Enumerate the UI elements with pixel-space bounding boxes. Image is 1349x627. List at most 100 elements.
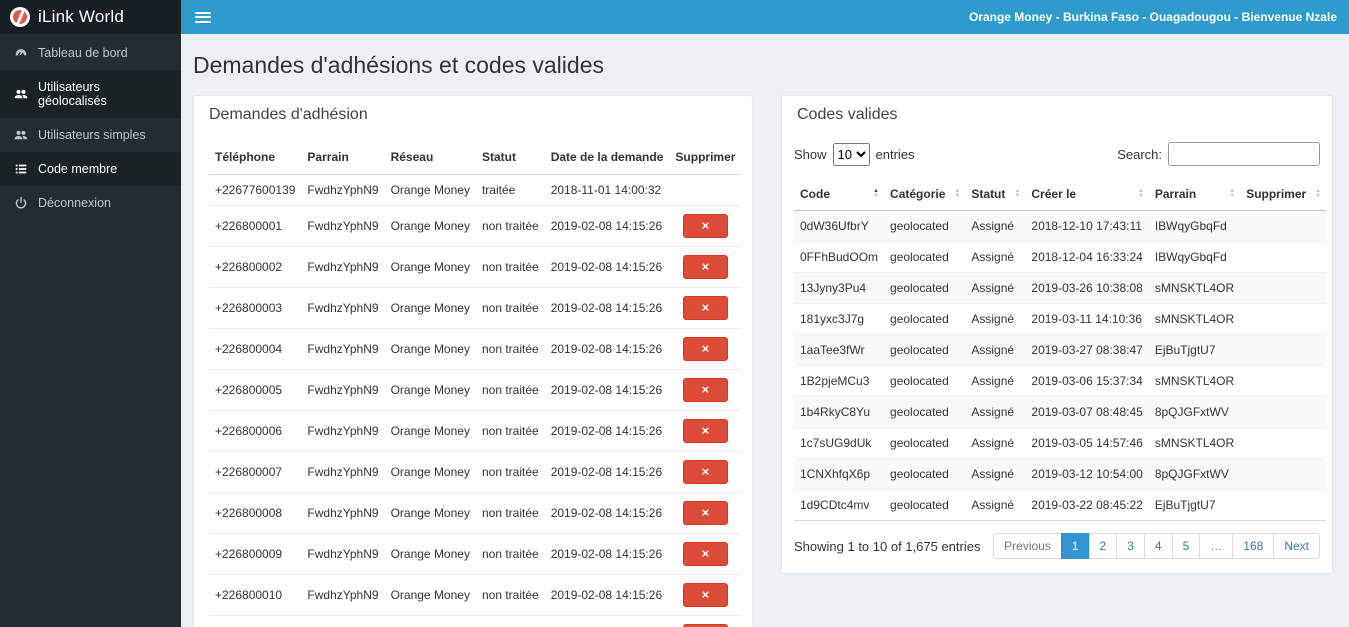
cell-supprimer: × [669, 246, 742, 288]
delete-request-button[interactable]: × [682, 501, 729, 525]
cell-supprimer [1240, 365, 1327, 397]
requests-panel-title: Demandes d'adhésion [209, 106, 368, 123]
sidebar-item-label: Code membre [38, 162, 118, 176]
cell-statut: Assigné [965, 241, 1026, 273]
pagination-next[interactable]: Next [1273, 533, 1320, 559]
codes-panel: Codes valides Show 10 entries Search: Co… [781, 95, 1333, 574]
cell-supprimer [1240, 241, 1327, 273]
delete-request-button[interactable]: × [682, 419, 729, 443]
column-header-reseau: Réseau [384, 140, 476, 175]
cell-supprimer: × [669, 615, 742, 627]
topbar: iLink World Orange Money - Burkina Faso … [0, 0, 1349, 34]
cell-parrain: FwdhzYphN9 [301, 492, 385, 534]
navbar: Orange Money - Burkina Faso - Ouagadougo… [181, 0, 1349, 34]
cell-categorie: geolocated [884, 427, 966, 459]
pagination-page-5[interactable]: 5 [1171, 533, 1201, 559]
search-input[interactable] [1168, 142, 1320, 166]
column-header-statut[interactable]: Statut ▲ ▼ [965, 178, 1026, 211]
sidebar-toggle-button[interactable] [181, 0, 225, 34]
users-icon [14, 87, 28, 101]
cell-creer-le: 2019-03-12 10:54:00 [1025, 458, 1149, 490]
cell-supprimer [1240, 210, 1327, 242]
cell-supprimer: × [669, 574, 742, 616]
pagination-page-168[interactable]: 168 [1232, 533, 1275, 559]
cell-categorie: geolocated [884, 241, 966, 273]
cell-statut: non traitée [475, 492, 545, 534]
table-header-row: Code ▲ ▼ Catégorie ▲ ▼ Statut ▲ ▼ Créer le ▲ ▼ P… [794, 178, 1327, 211]
sidebar-item-logout[interactable]: Déconnexion [0, 186, 181, 220]
cell-reseau: Orange Money [384, 287, 476, 329]
cell-statut: non traitée [475, 328, 545, 370]
cell-code: 13Jyny3Pu4 [794, 272, 885, 304]
sidebar: Tableau de bord Utilisateurs géolocalisé… [0, 34, 181, 627]
cell-creer-le: 2019-03-05 14:57:46 [1025, 427, 1149, 459]
request-row: +226800003 FwdhzYphN9 Orange Money non trai… [209, 287, 742, 329]
cell-supprimer: × [669, 205, 742, 247]
cell-telephone: +226800008 [209, 492, 302, 534]
pagination-page-2[interactable]: 2 [1088, 533, 1118, 559]
code-row: 1aaTee3fWr geolocated Assigné 2019-03-27 08… [794, 334, 1327, 366]
delete-request-button[interactable]: × [682, 296, 729, 320]
cell-code: 1b4RkyC8Yu [794, 396, 885, 428]
cell-telephone: +226800009 [209, 533, 302, 575]
sidebar-item-member-code[interactable]: Code membre [0, 152, 181, 186]
sidebar-item-geolocated-users[interactable]: Utilisateurs géolocalisés [0, 70, 181, 118]
sidebar-item-dashboard[interactable]: Tableau de bord [0, 36, 181, 70]
brand-title: iLink World [38, 7, 124, 26]
cell-parrain: FwdhzYphN9 [301, 328, 385, 370]
pagination: Previous 1 2 3 4 5… 168 Next [993, 533, 1320, 559]
pagination-page-1[interactable]: 1 [1060, 533, 1090, 559]
cell-date: 2019-02-08 14:15:26 [544, 328, 670, 370]
table-footer: Showing 1 to 10 of 1,675 entries Previou… [794, 533, 1320, 559]
cell-reseau: Orange Money [384, 410, 476, 452]
delete-request-button[interactable]: × [682, 460, 729, 484]
cell-date: 2019-02-08 14:15:26 [544, 410, 670, 452]
delete-request-button[interactable]: × [682, 583, 729, 607]
cell-reseau: Orange Money [384, 451, 476, 493]
cell-telephone: +226800007 [209, 451, 302, 493]
delete-request-button[interactable]: × [682, 337, 729, 361]
delete-request-button[interactable]: × [682, 378, 729, 402]
cell-parrain: EjBuTjgtU7 [1148, 334, 1241, 366]
column-header-code[interactable]: Code ▲ ▼ [794, 178, 885, 211]
column-header-supprimer[interactable]: Supprimer ▲ ▼ [1240, 178, 1327, 211]
cell-reseau: Orange Money [384, 533, 476, 575]
cell-creer-le: 2019-03-06 15:37:34 [1025, 365, 1149, 397]
cell-categorie: geolocated [884, 458, 966, 490]
table-header-row: Téléphone Parrain Réseau Statut Date de … [209, 140, 742, 175]
column-header-categorie[interactable]: Catégorie ▲ ▼ [884, 178, 966, 211]
cell-telephone: +226800003 [209, 287, 302, 329]
cell-supprimer: × [669, 451, 742, 493]
cell-statut: Assigné [965, 489, 1026, 521]
request-row: +22677600139 FwdhzYphN9 Orange Money traité… [209, 174, 742, 206]
cell-statut: Assigné [965, 272, 1026, 304]
cell-parrain: 8pQJGFxtWV [1148, 458, 1241, 490]
cell-statut: non traitée [475, 451, 545, 493]
column-header-creer-le[interactable]: Créer le ▲ ▼ [1025, 178, 1149, 211]
cell-creer-le: 2018-12-10 17:43:11 [1025, 210, 1149, 242]
users-icon [14, 128, 28, 142]
cell-statut: non traitée [475, 574, 545, 616]
sort-icon: ▲ ▼ [873, 188, 880, 199]
cell-supprimer [1240, 272, 1327, 304]
cell-code: 181yxc3J7g [794, 303, 885, 335]
show-label: Show [794, 146, 827, 162]
cell-statut: traitée [475, 174, 545, 206]
request-row: +226800002 FwdhzYphN9 Orange Money non trai… [209, 246, 742, 288]
cell-telephone: +226800004 [209, 328, 302, 370]
page-size-select[interactable]: 10 [832, 142, 870, 166]
delete-request-button[interactable]: × [682, 542, 729, 566]
request-row: +226800009 FwdhzYphN9 Orange Money non trai… [209, 533, 742, 575]
request-row: +226800008 FwdhzYphN9 Orange Money non trai… [209, 492, 742, 534]
column-header-parrain[interactable]: Parrain ▲ ▼ [1148, 178, 1241, 211]
sidebar-item-simple-users[interactable]: Utilisateurs simples [0, 118, 181, 152]
delete-request-button[interactable]: × [682, 255, 729, 279]
pagination-page-3[interactable]: 3 [1116, 533, 1145, 559]
cell-categorie: geolocated [884, 303, 966, 335]
pagination-page-4[interactable]: 4 [1143, 533, 1173, 559]
cell-parrain: sMNSKTL4OR [1148, 427, 1241, 459]
cell-supprimer: × [669, 492, 742, 534]
cell-creer-le: 2019-03-26 10:38:08 [1025, 272, 1149, 304]
delete-request-button[interactable]: × [682, 214, 729, 238]
cell-categorie: geolocated [884, 334, 966, 366]
